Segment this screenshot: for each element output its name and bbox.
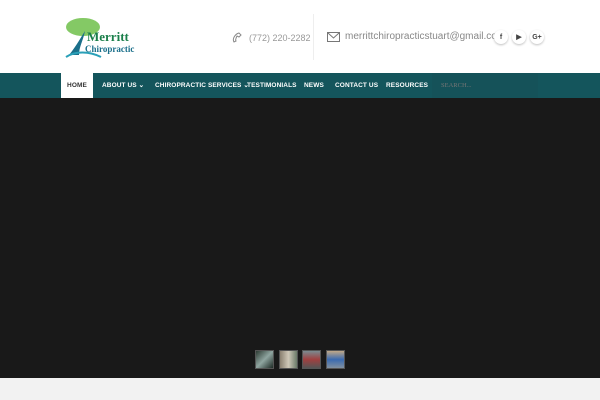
logo[interactable]: Merritt Chiropractic — [63, 15, 134, 59]
nav-resources[interactable]: RESOURCES — [386, 73, 428, 98]
divider — [313, 14, 314, 60]
search-input[interactable] — [432, 73, 538, 98]
phone-icon — [232, 32, 242, 43]
google-plus-icon[interactable]: G+ — [530, 30, 544, 44]
site-header: Merritt Chiropractic (772) 220-2282 merr… — [0, 0, 600, 73]
slide-thumbnail[interactable] — [326, 350, 345, 369]
nav-about-us[interactable]: ABOUT US ⌄ — [102, 73, 144, 98]
email-contact[interactable]: merrittchiropracticstuart@gmail.com — [327, 31, 505, 42]
phone-contact[interactable]: (772) 220-2282 — [231, 31, 311, 44]
nav-chiropractic-services[interactable]: CHIROPRACTIC SERVICES ⌄ — [155, 73, 249, 98]
slide-thumbnail[interactable] — [255, 350, 274, 369]
social-links: f ▶ G+ — [494, 30, 544, 44]
envelope-icon — [327, 31, 340, 42]
facebook-icon[interactable]: f — [494, 30, 508, 44]
nav-testimonials[interactable]: TESTIMONIALS — [247, 73, 297, 98]
youtube-icon[interactable]: ▶ — [512, 30, 526, 44]
nav-contact-us[interactable]: CONTACT US — [335, 73, 378, 98]
nav-home[interactable]: HOME — [61, 73, 93, 98]
slider-area — [0, 98, 600, 378]
main-nav: HOME ABOUT US ⌄ CHIROPRACTIC SERVICES ⌄ … — [0, 73, 600, 98]
nav-news[interactable]: NEWS — [304, 73, 324, 98]
slide-thumbnail[interactable] — [279, 350, 298, 369]
page-bottom — [0, 378, 600, 400]
slide-thumbnail[interactable] — [302, 350, 321, 369]
